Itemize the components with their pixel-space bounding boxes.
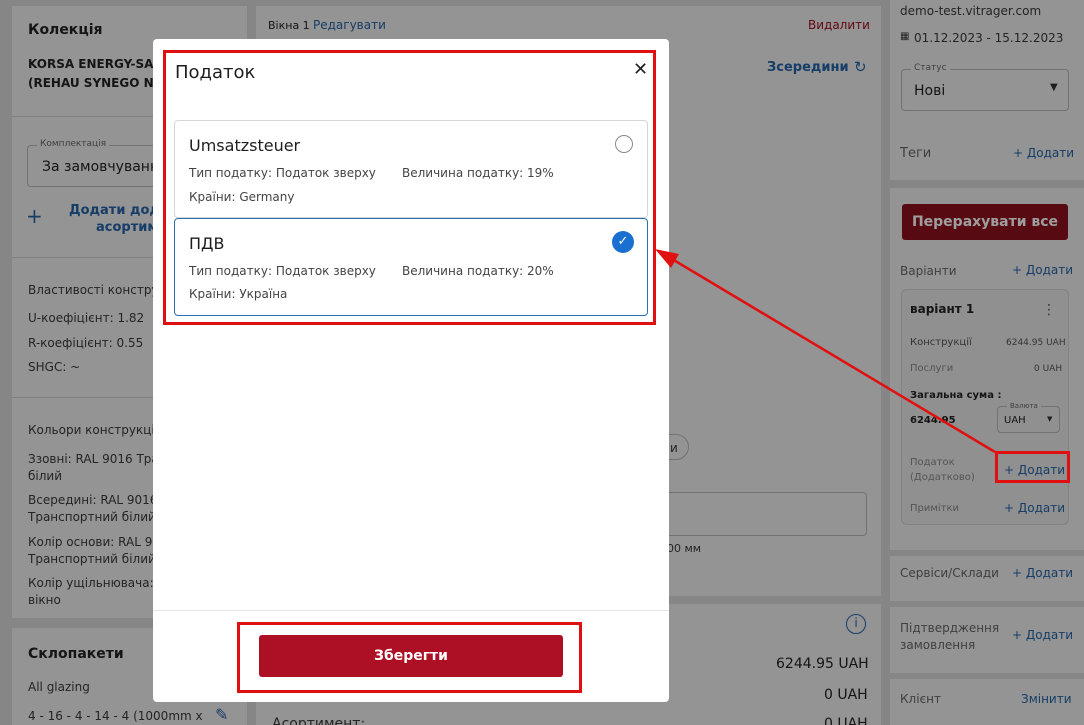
annotation-arrow [655,249,996,454]
